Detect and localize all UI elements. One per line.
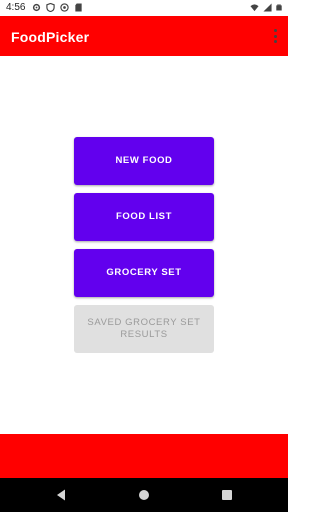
saved-grocery-set-results-button: SAVED GROCERY SET RESULTS xyxy=(74,305,214,353)
status-bar: 4:56 xyxy=(0,0,288,16)
more-vert-icon[interactable] xyxy=(270,28,280,44)
status-time: 4:56 xyxy=(6,2,26,13)
sync-icon xyxy=(60,3,69,12)
new-food-button[interactable]: NEW FOOD xyxy=(74,137,214,185)
shield-icon xyxy=(46,3,55,12)
bottom-banner xyxy=(0,434,288,478)
food-list-button[interactable]: FOOD LIST xyxy=(74,193,214,241)
app-title: FoodPicker xyxy=(11,29,90,45)
status-right-icons xyxy=(250,3,282,12)
back-icon[interactable] xyxy=(54,488,68,502)
status-left-icons xyxy=(32,3,83,12)
grocery-set-button[interactable]: GROCERY SET xyxy=(74,249,214,297)
navigation-bar xyxy=(0,478,288,512)
app-bar: FoodPicker xyxy=(0,16,288,56)
gear-icon xyxy=(32,3,41,12)
battery-icon xyxy=(276,4,282,11)
wifi-icon xyxy=(250,4,259,12)
sd-card-icon xyxy=(75,3,82,12)
signal-icon xyxy=(263,3,272,12)
home-icon[interactable] xyxy=(137,488,151,502)
recents-icon[interactable] xyxy=(220,488,234,502)
